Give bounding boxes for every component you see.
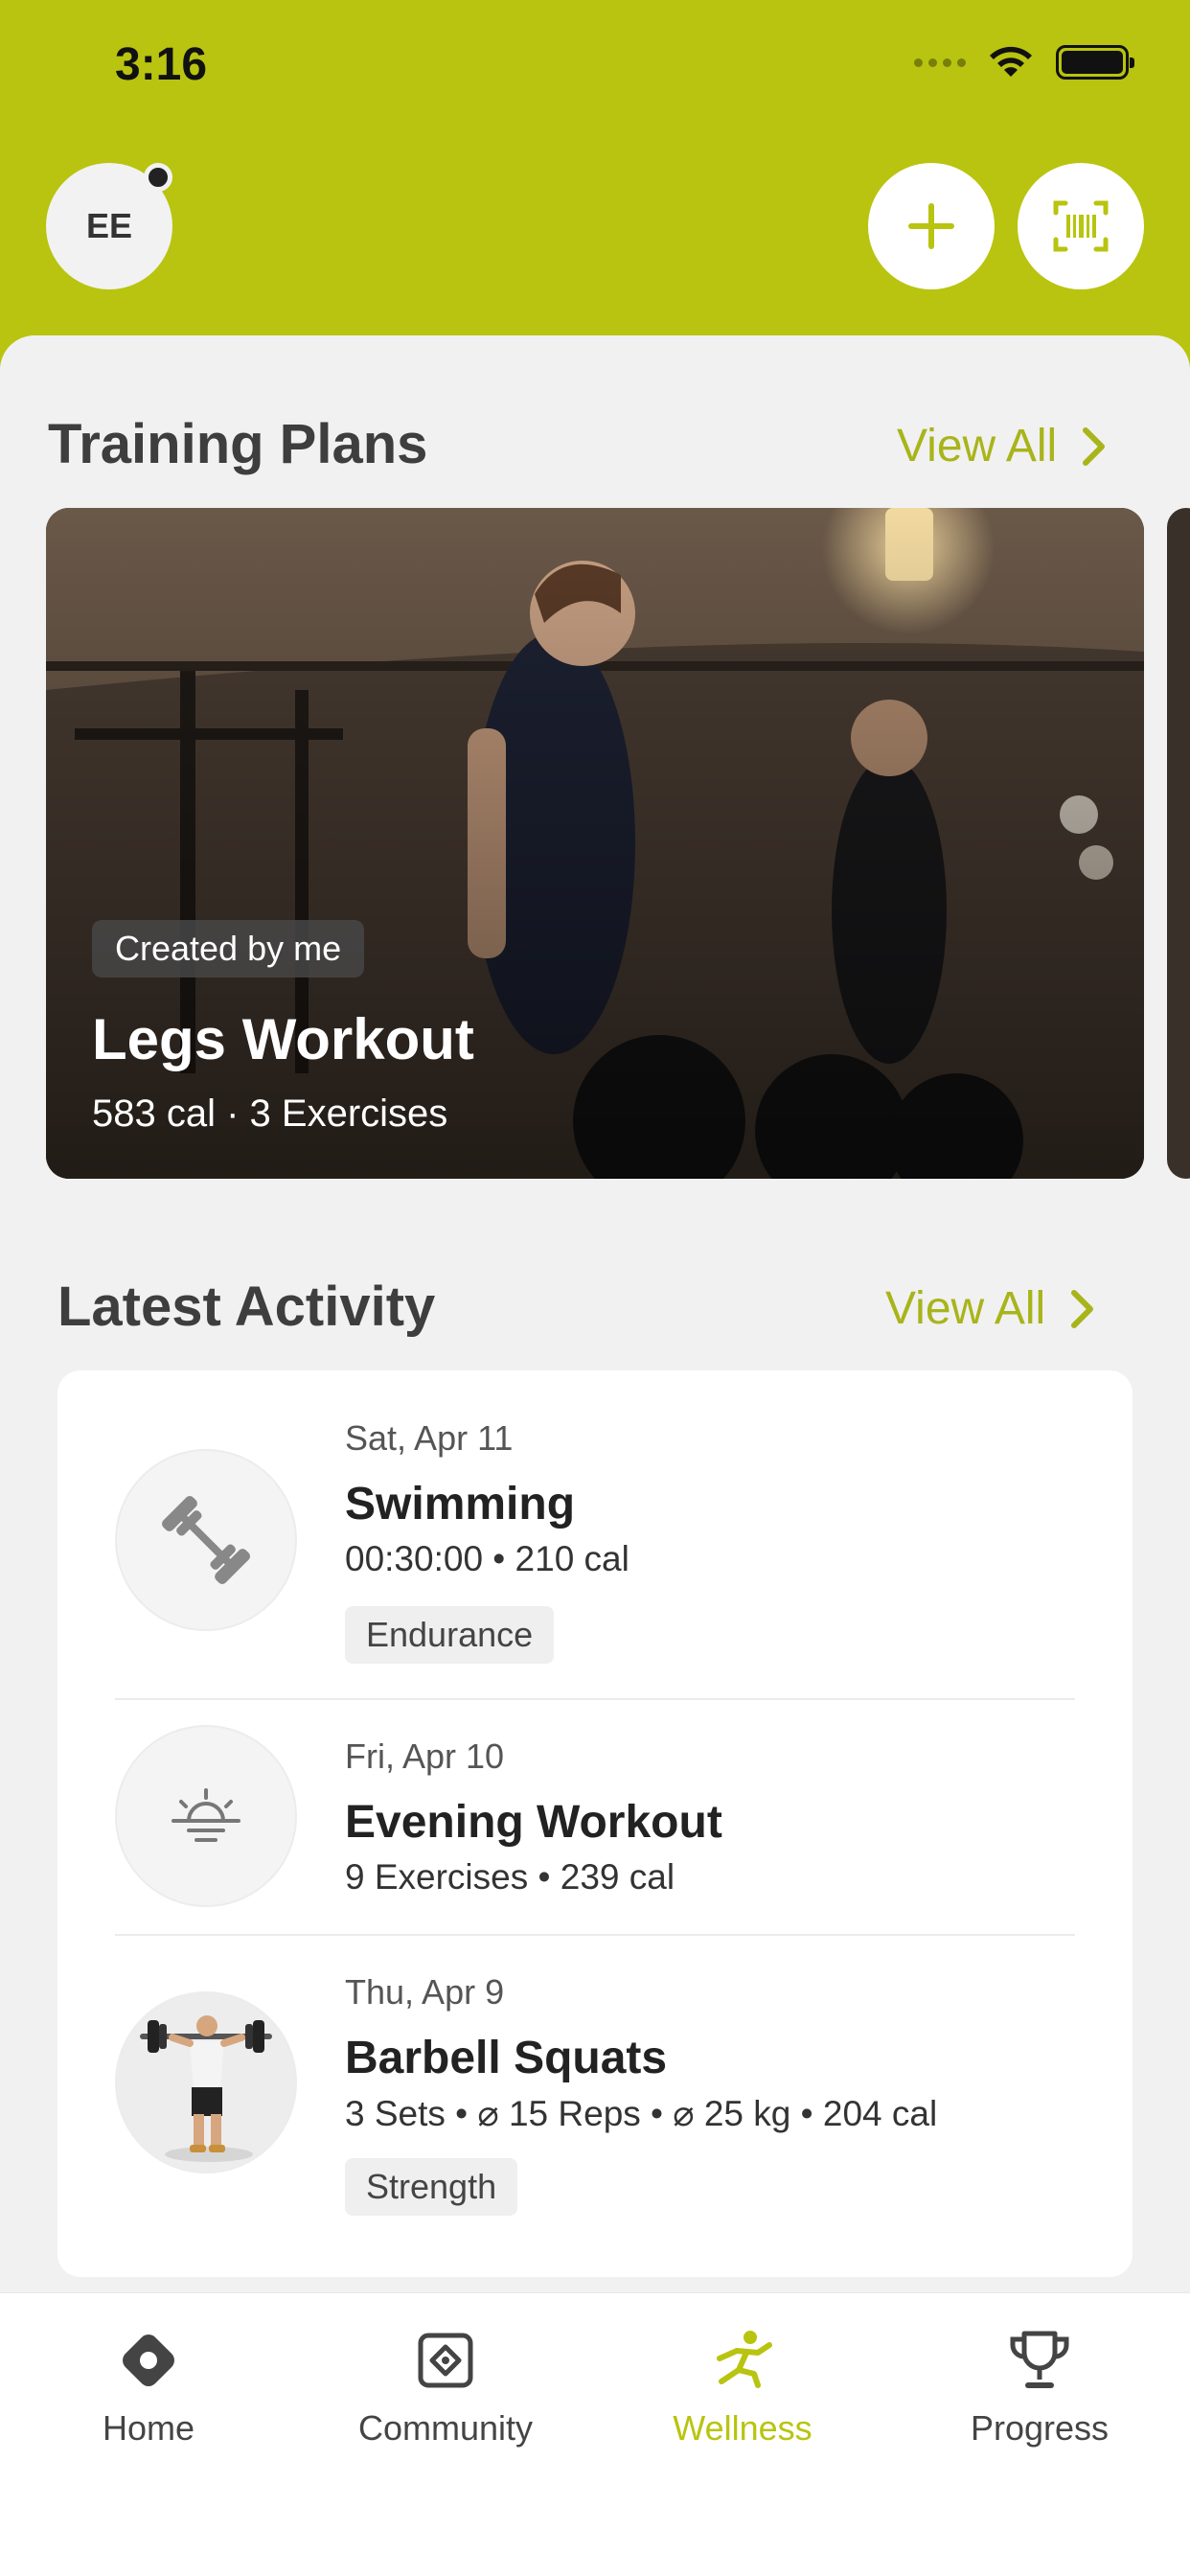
view-all-label: View All [885, 1283, 1046, 1334]
wifi-icon [990, 46, 1032, 77]
latest-activity-list: Sat, Apr 11 Swimming 00:30:00 • 210 cal … [57, 1370, 1133, 2277]
avatar[interactable]: EE [46, 163, 172, 289]
activity-item-swimming[interactable]: Sat, Apr 11 Swimming 00:30:00 • 210 cal … [57, 1370, 1133, 1696]
activity-name: Barbell Squats [345, 2033, 668, 2083]
plan-meta: 583 cal · 3 Exercises [92, 1092, 448, 1135]
activity-item-barbell-squats[interactable]: Thu, Apr 9 Barbell Squats 3 Sets • ⌀ 15 … [57, 1936, 1133, 2277]
training-plans-title: Training Plans [48, 413, 428, 475]
community-icon [418, 2333, 473, 2388]
latest-activity-view-all-link[interactable]: View All [885, 1282, 1095, 1335]
tab-label: Home [102, 2408, 195, 2448]
chevron-right-icon [1071, 1289, 1094, 1328]
view-all-label: View All [897, 421, 1058, 472]
barcode-scan-button[interactable] [1018, 163, 1144, 289]
home-diamond-icon [123, 2334, 174, 2386]
barcode-scan-icon [1053, 200, 1109, 252]
tab-community[interactable]: Community [297, 2326, 594, 2449]
latest-activity-title: Latest Activity [57, 1276, 436, 1338]
tab-label: Progress [970, 2408, 1110, 2448]
activity-tag: Strength [345, 2158, 518, 2216]
activity-item-evening-workout[interactable]: Fri, Apr 10 Evening Workout 9 Exercises … [57, 1700, 1133, 1934]
activity-meta: 3 Sets • ⌀ 15 Reps • ⌀ 25 kg • 204 cal [345, 2094, 938, 2133]
add-button[interactable] [868, 163, 995, 289]
activity-meta: 9 Exercises • 239 cal [345, 1857, 675, 1897]
created-by-me-badge: Created by me [92, 920, 365, 978]
chevron-right-icon [1083, 426, 1106, 466]
bottom-tab-bar: Home Community Wellness Progress [0, 2292, 1190, 2576]
activity-name: Evening Workout [345, 1797, 722, 1848]
activity-date: Thu, Apr 9 [345, 1972, 505, 2012]
gym-photo-image [46, 508, 1144, 1179]
tab-label: Community [357, 2408, 534, 2448]
tab-home[interactable]: Home [0, 2326, 297, 2449]
plus-icon [908, 203, 954, 249]
barbell-athlete-image [115, 1991, 297, 2174]
wellness-runner-icon [717, 2331, 772, 2388]
next-plan-card-peek[interactable] [1167, 508, 1190, 1179]
activity-meta: 00:30:00 • 210 cal [345, 1539, 629, 1578]
signal-icon [914, 58, 966, 67]
activity-name: Swimming [345, 1479, 576, 1530]
trophy-icon [1010, 2331, 1069, 2388]
dumbbell-icon [115, 1449, 297, 1631]
activity-tag: Endurance [345, 1606, 555, 1664]
training-plans-view-all-link[interactable]: View All [897, 420, 1107, 472]
status-icons [914, 44, 1134, 80]
tab-wellness[interactable]: Wellness [594, 2326, 891, 2449]
notification-dot [144, 163, 172, 192]
battery-icon [1056, 45, 1134, 80]
status-time: 3:16 [115, 39, 208, 90]
tab-label: Wellness [673, 2408, 812, 2448]
training-plan-card[interactable]: Created by me Legs Workout 583 cal · 3 E… [46, 508, 1144, 1179]
plan-title: Legs Workout [92, 1007, 474, 1071]
activity-date: Sat, Apr 11 [345, 1418, 514, 1458]
sunset-icon [115, 1725, 297, 1907]
activity-date: Fri, Apr 10 [345, 1736, 505, 1776]
tab-progress[interactable]: Progress [891, 2326, 1188, 2449]
avatar-initials: EE [85, 206, 133, 245]
